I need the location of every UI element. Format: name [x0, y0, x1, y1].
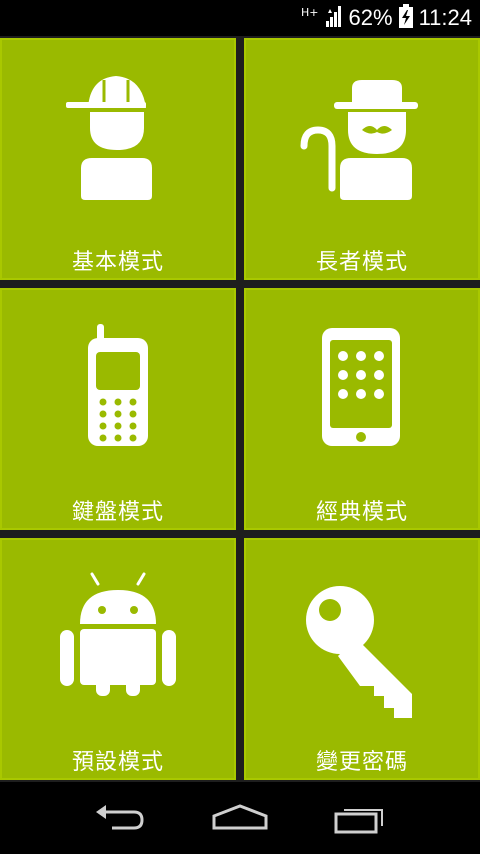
home-button[interactable]: [210, 800, 270, 836]
recent-apps-button[interactable]: [330, 800, 390, 836]
status-bar: H+ 62% 11:24: [0, 0, 480, 36]
signal-icon: [325, 3, 343, 33]
tile-change-password[interactable]: 變更密碼: [244, 538, 480, 780]
tile-classic-mode[interactable]: 經典模式: [244, 288, 480, 530]
smartphone-icon: [322, 328, 400, 446]
feature-phone-icon: [88, 324, 148, 446]
android-robot-icon: [60, 572, 176, 696]
battery-percent: 62%: [348, 5, 393, 30]
home-icon: [212, 804, 268, 830]
network-type: H+: [301, 5, 319, 19]
battery-charging-icon: [398, 4, 413, 32]
back-button[interactable]: [90, 800, 150, 836]
tile-label: 鍵盤模式: [71, 500, 164, 525]
tile-label: 變更密碼: [315, 750, 408, 775]
boy-cap-icon: [66, 76, 152, 200]
key-icon: [306, 586, 412, 718]
tile-default-mode[interactable]: 預設模式: [0, 538, 236, 780]
tile-label: 預設模式: [71, 750, 164, 775]
back-icon: [96, 805, 144, 830]
tile-label: 長者模式: [315, 250, 408, 275]
clock: 11:24: [418, 5, 472, 30]
tile-label: 基本模式: [71, 250, 164, 275]
tile-elder-mode[interactable]: 長者模式: [244, 38, 480, 280]
status-bar-right: H+ 62% 11:24: [301, 0, 472, 36]
tile-label: 經典模式: [315, 500, 408, 525]
tile-keypad-mode[interactable]: 鍵盤模式: [0, 288, 236, 530]
mode-grid: 基本模式 長者模式 鍵盤模式 經典模式 預設模式 變更密碼: [0, 36, 480, 782]
navigation-bar: [0, 782, 480, 854]
elder-cane-icon: [300, 80, 418, 200]
tile-basic-mode[interactable]: 基本模式: [0, 38, 236, 280]
recent-apps-icon: [334, 809, 383, 834]
